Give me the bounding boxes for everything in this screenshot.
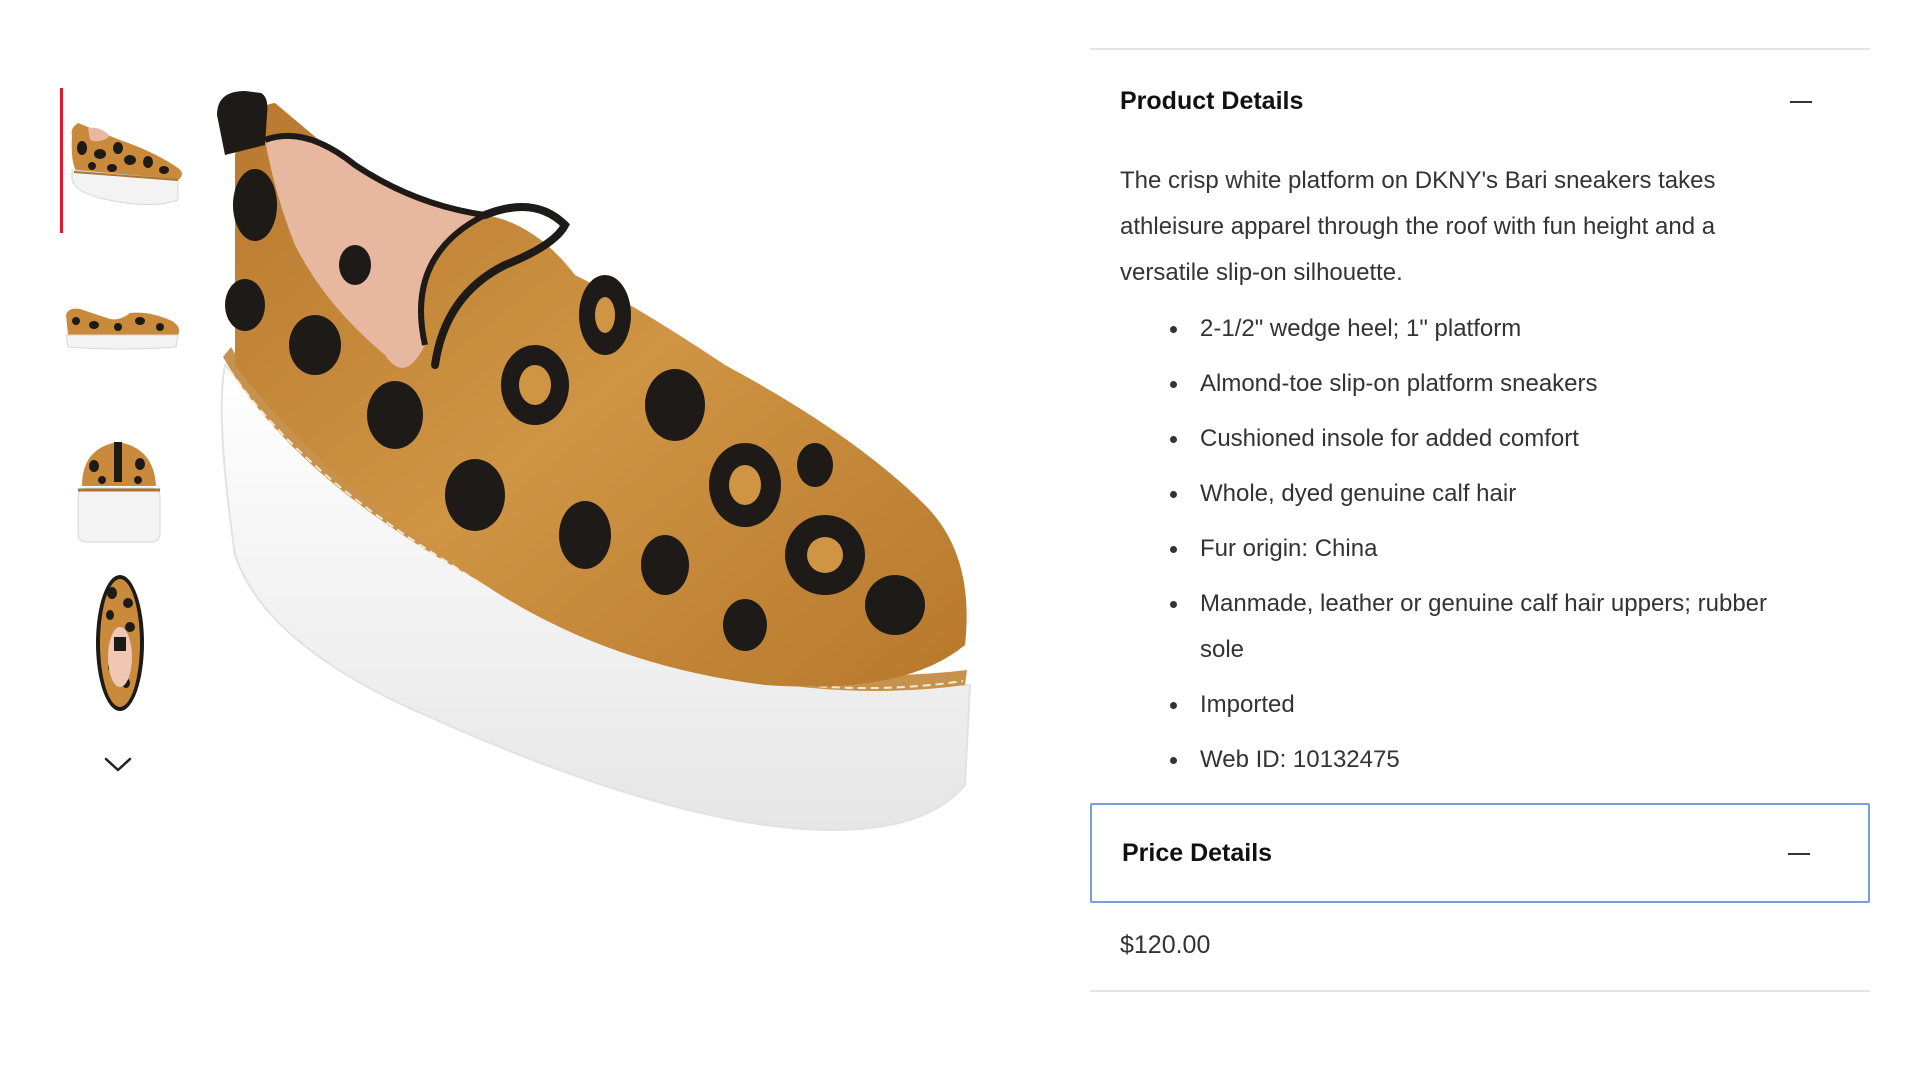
thumbnail-3[interactable] xyxy=(60,410,185,555)
list-item: Fur origin: China xyxy=(1120,526,1810,572)
list-item: Almond-toe slip-on platform sneakers xyxy=(1120,361,1810,407)
leopard-platform-sneaker xyxy=(217,91,972,831)
product-description: The crisp white platform on DKNY's Bari … xyxy=(1120,167,1716,286)
divider-bottom xyxy=(1090,990,1870,992)
shoe-thumbnail-angled xyxy=(71,123,182,206)
main-product-image[interactable] xyxy=(205,85,975,955)
price-value: $120.00 xyxy=(1120,931,1211,959)
list-item: 2-1/2" wedge heel; 1" platform xyxy=(1120,306,1810,352)
price-details-title: Price Details xyxy=(1122,838,1273,867)
shoe-thumbnail-back xyxy=(77,442,161,543)
product-page: Product Details The crisp white platform… xyxy=(0,0,1920,1080)
thumbnail-1[interactable] xyxy=(60,88,185,233)
thumbnail-4[interactable] xyxy=(60,571,185,716)
list-item: Imported xyxy=(1120,682,1810,728)
minus-icon[interactable] xyxy=(1790,101,1812,103)
chevron-down-icon xyxy=(104,757,132,772)
product-feature-list: 2-1/2" wedge heel; 1" platform Almond-to… xyxy=(1120,306,1810,783)
list-item: Manmade, leather or genuine calf hair up… xyxy=(1120,581,1810,673)
list-item: Cushioned insole for added comfort xyxy=(1120,416,1810,462)
shoe-thumbnail-side xyxy=(65,308,180,350)
shoe-thumbnail-top xyxy=(96,575,144,711)
product-details-body: The crisp white platform on DKNY's Bari … xyxy=(1090,158,1870,783)
details-panel: Product Details The crisp white platform… xyxy=(1090,48,1870,992)
thumbnail-2[interactable] xyxy=(60,249,185,394)
product-details-title: Product Details xyxy=(1120,86,1304,115)
list-item: Web ID: 10132475 xyxy=(1120,737,1810,783)
thumbnail-scroll-down[interactable] xyxy=(98,744,138,784)
product-details-header[interactable]: Product Details xyxy=(1090,50,1870,152)
list-item: Whole, dyed genuine calf hair xyxy=(1120,471,1810,517)
minus-icon[interactable] xyxy=(1788,853,1810,855)
thumbnail-list xyxy=(60,88,185,732)
price-details-header[interactable]: Price Details xyxy=(1090,803,1870,903)
